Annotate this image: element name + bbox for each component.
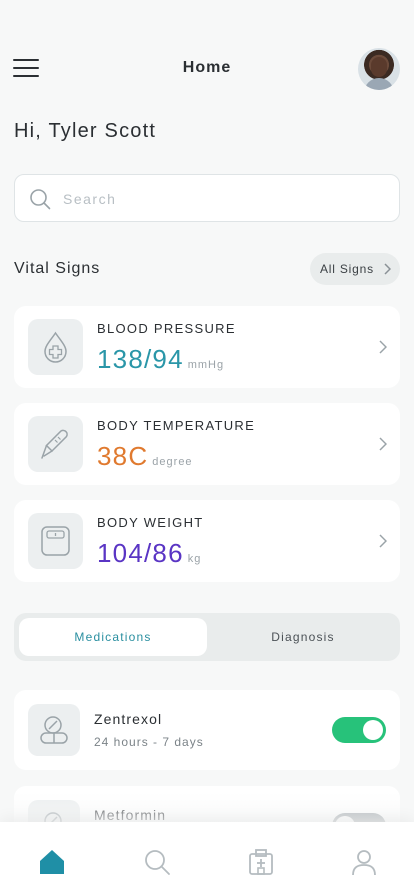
- vital-value: 138/94 mmHg: [97, 344, 225, 374]
- segmented-tabs: Medications Diagnosis: [14, 613, 400, 661]
- toggle-knob: [363, 720, 383, 740]
- medication-card-zentrexol[interactable]: Zentrexol 24 hours - 7 days: [14, 690, 400, 770]
- chevron-right-icon: [384, 263, 391, 275]
- search-input[interactable]: [63, 187, 383, 211]
- chevron-right-icon: [379, 437, 387, 451]
- vital-unit: degree: [152, 456, 193, 468]
- search-icon: [30, 189, 51, 210]
- tab-medications[interactable]: Medications: [19, 618, 207, 656]
- vital-unit: kg: [187, 553, 202, 565]
- vital-label: BLOOD PRESSURE: [97, 321, 236, 336]
- search-bar[interactable]: [14, 174, 400, 222]
- pill-icon: [28, 704, 80, 756]
- vital-card-blood-pressure[interactable]: BLOOD PRESSURE 138/94 mmHg: [14, 306, 400, 388]
- blood-drop-icon: [28, 319, 83, 375]
- bottom-navigation: [0, 822, 414, 896]
- vital-card-body-weight[interactable]: BODY WEIGHT 104/86 kg: [14, 500, 400, 582]
- vital-signs-title: Vital Signs: [14, 260, 101, 277]
- vital-value: 38C degree: [97, 441, 193, 471]
- all-signs-label: All Signs: [320, 262, 374, 276]
- vital-unit: mmHg: [187, 359, 225, 371]
- tab-diagnosis[interactable]: Diagnosis: [210, 618, 396, 656]
- user-avatar[interactable]: [358, 48, 400, 90]
- vital-value: 104/86 kg: [97, 538, 202, 568]
- scale-icon: [28, 513, 83, 569]
- chevron-right-icon: [379, 340, 387, 354]
- chevron-right-icon: [379, 534, 387, 548]
- vital-card-body-temperature[interactable]: BODY TEMPERATURE 38C degree: [14, 403, 400, 485]
- vital-label: BODY WEIGHT: [97, 515, 204, 530]
- profile-icon[interactable]: [350, 848, 378, 876]
- hospital-icon[interactable]: [247, 848, 275, 876]
- search-icon[interactable]: [143, 848, 171, 876]
- medication-toggle[interactable]: [332, 717, 386, 743]
- home-icon[interactable]: [38, 848, 66, 876]
- all-signs-button[interactable]: All Signs: [310, 253, 400, 285]
- vital-label: BODY TEMPERATURE: [97, 418, 256, 433]
- medication-name: Zentrexol: [94, 711, 163, 727]
- greeting-text: Hi, Tyler Scott: [14, 120, 157, 142]
- top-bar: Home: [0, 0, 414, 110]
- page-title: Home: [182, 59, 232, 76]
- medication-schedule: 24 hours - 7 days: [94, 735, 204, 749]
- medication-name: Metformin: [94, 807, 167, 823]
- thermometer-icon: [28, 416, 83, 472]
